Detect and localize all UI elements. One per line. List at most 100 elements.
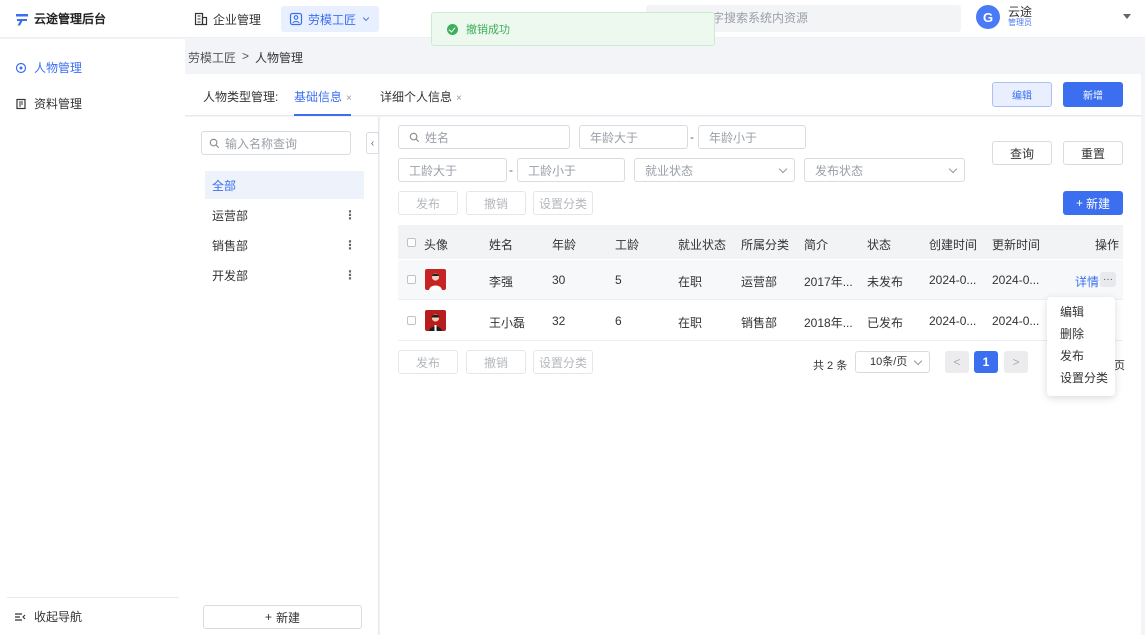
cell-age: 30	[552, 273, 566, 287]
category-item-operations[interactable]: 运营部 ⋮	[205, 201, 364, 229]
cell-updated: 2024-0...	[992, 273, 1040, 287]
menu-item-set-category[interactable]: 设置分类	[1047, 370, 1115, 392]
sidebar-item-documents[interactable]: 资料管理	[15, 95, 82, 112]
plus-icon: +	[264, 610, 272, 624]
category-item-sales[interactable]: 销售部 ⋮	[205, 231, 364, 259]
close-icon[interactable]: ×	[346, 93, 352, 104]
column-header: 操作	[1095, 238, 1120, 252]
column-header: 状态	[867, 238, 892, 252]
cell-status: 已发布	[867, 316, 904, 330]
collapse-nav-button[interactable]: 收起导航	[7, 597, 179, 635]
menu-item-publish[interactable]: 发布	[1047, 348, 1115, 370]
bulk-publish-button[interactable]: 发布	[398, 191, 458, 215]
category-search-input[interactable]: 输入名称查询	[201, 131, 351, 155]
row-checkbox[interactable]	[407, 316, 416, 325]
column-header: 就业状态	[678, 238, 727, 252]
close-icon[interactable]: ×	[456, 93, 462, 104]
cell-created: 2024-0...	[929, 314, 977, 328]
collapse-nav-label: 收起导航	[34, 610, 83, 624]
category-label: 开发部	[212, 268, 249, 283]
age-min-input[interactable]: 年龄大于	[579, 125, 688, 149]
document-icon	[16, 98, 26, 109]
reset-button[interactable]: 重置	[1063, 141, 1123, 165]
caret-down-icon[interactable]	[1123, 14, 1131, 19]
table-row[interactable]: 王小磊 32 6 在职 销售部 2018年... 已发布 2024-0... 2…	[398, 301, 1123, 341]
bulk-revoke-button-bottom[interactable]: 撤销	[466, 350, 526, 374]
seniority-min-input[interactable]: 工龄大于	[398, 158, 507, 182]
tab-basic-info[interactable]: 基础信息 ×	[294, 88, 352, 105]
row-checkbox[interactable]	[407, 275, 416, 284]
cell-seniority: 6	[615, 314, 622, 328]
bulk-publish-button-bottom[interactable]: 发布	[398, 350, 458, 374]
chevron-down-icon	[778, 164, 788, 174]
category-item-dev[interactable]: 开发部 ⋮	[205, 261, 364, 289]
cell-employment: 在职	[678, 316, 703, 330]
sidebar-item-people[interactable]: 人物管理	[15, 59, 82, 76]
bulk-set-category-button-bottom[interactable]: 设置分类	[533, 350, 593, 374]
more-vertical-icon[interactable]: ⋮	[344, 238, 356, 252]
edit-button[interactable]: 编辑	[992, 82, 1052, 107]
select-all-checkbox[interactable]	[407, 238, 416, 247]
prev-page-button[interactable]: <	[945, 351, 969, 373]
search-icon	[409, 132, 420, 142]
employment-status-select[interactable]: 就业状态	[634, 158, 795, 182]
more-vertical-icon[interactable]: ⋮	[344, 268, 356, 282]
column-header: 更新时间	[992, 238, 1041, 252]
more-vertical-icon[interactable]: ⋮	[344, 208, 356, 222]
add-button[interactable]: 新增	[1063, 82, 1123, 107]
query-button[interactable]: 查询	[992, 141, 1052, 165]
cell-employment: 在职	[678, 275, 703, 289]
avatar: G	[976, 5, 1000, 29]
bulk-set-category-button[interactable]: 设置分类	[533, 191, 593, 215]
menu-item-delete[interactable]: 删除	[1047, 326, 1115, 348]
column-header: 简介	[804, 238, 829, 252]
category-label: 运营部	[212, 208, 249, 223]
name-filter-input[interactable]: 姓名	[398, 125, 570, 149]
page-size-select[interactable]: 10条/页	[855, 351, 930, 373]
age-max-input[interactable]: 年龄小于	[698, 125, 806, 149]
table-header: 头像 姓名 年龄 工龄 就业状态 所属分类 简介 状态 创建时间 更新时间 操作	[398, 225, 1123, 259]
cell-updated: 2024-0...	[992, 314, 1040, 328]
new-category-button[interactable]: + 新建	[203, 605, 362, 629]
tab-label: 详细个人信息	[380, 90, 453, 104]
bulk-revoke-button[interactable]: 撤销	[466, 191, 526, 215]
breadcrumb-root[interactable]: 劳模工匠	[188, 49, 236, 66]
person-photo	[425, 269, 446, 290]
user-name: 云途	[1008, 5, 1033, 19]
column-header: 工龄	[615, 238, 640, 252]
tabs-prefix-label: 人物类型管理:	[203, 90, 279, 104]
next-page-button[interactable]: >	[1004, 351, 1028, 373]
page-number-button[interactable]: 1	[974, 351, 998, 373]
detail-link[interactable]: 详情	[1075, 273, 1099, 290]
nav-enterprise[interactable]: 企业管理	[186, 6, 269, 32]
page-size-value: 10条/页	[870, 356, 908, 368]
toast-message: 撤销成功	[466, 24, 510, 36]
nav-labor-label: 劳模工匠	[308, 12, 357, 27]
app-logo[interactable]: 云途管理后台	[14, 10, 106, 27]
category-item-all[interactable]: 全部	[205, 171, 364, 199]
menu-item-edit[interactable]: 编辑	[1047, 304, 1115, 326]
column-header: 所属分类	[741, 238, 790, 252]
column-header: 年龄	[552, 238, 577, 252]
column-header: 头像	[424, 238, 449, 252]
chevron-down-icon	[913, 356, 923, 366]
cell-created: 2024-0...	[929, 273, 977, 287]
cell-category: 运营部	[741, 275, 778, 289]
publish-status-select[interactable]: 发布状态	[804, 158, 965, 182]
cell-seniority: 5	[615, 273, 622, 287]
more-actions-icon[interactable]: ···	[1100, 272, 1116, 287]
nav-labor-model[interactable]: 劳模工匠	[281, 6, 380, 32]
user-menu[interactable]: G 云途 管理员	[976, 5, 1032, 29]
tab-detail-info[interactable]: 详细个人信息 ×	[380, 88, 462, 105]
range-dash: -	[690, 130, 694, 144]
active-tab-indicator	[294, 114, 351, 116]
collapse-panel-button[interactable]: ‹	[366, 132, 379, 154]
category-search-placeholder: 输入名称查询	[225, 136, 298, 151]
chevron-down-icon	[948, 164, 958, 174]
pagination-total: 共 2 条	[813, 360, 848, 372]
table-row[interactable]: 李强 30 5 在职 运营部 2017年... 未发布 2024-0... 20…	[398, 260, 1123, 300]
new-person-button[interactable]: + 新建	[1063, 191, 1123, 215]
sidebar: 人物管理 资料管理 收起导航	[0, 39, 185, 635]
seniority-max-input[interactable]: 工龄小于	[517, 158, 625, 182]
column-header: 姓名	[489, 238, 514, 252]
